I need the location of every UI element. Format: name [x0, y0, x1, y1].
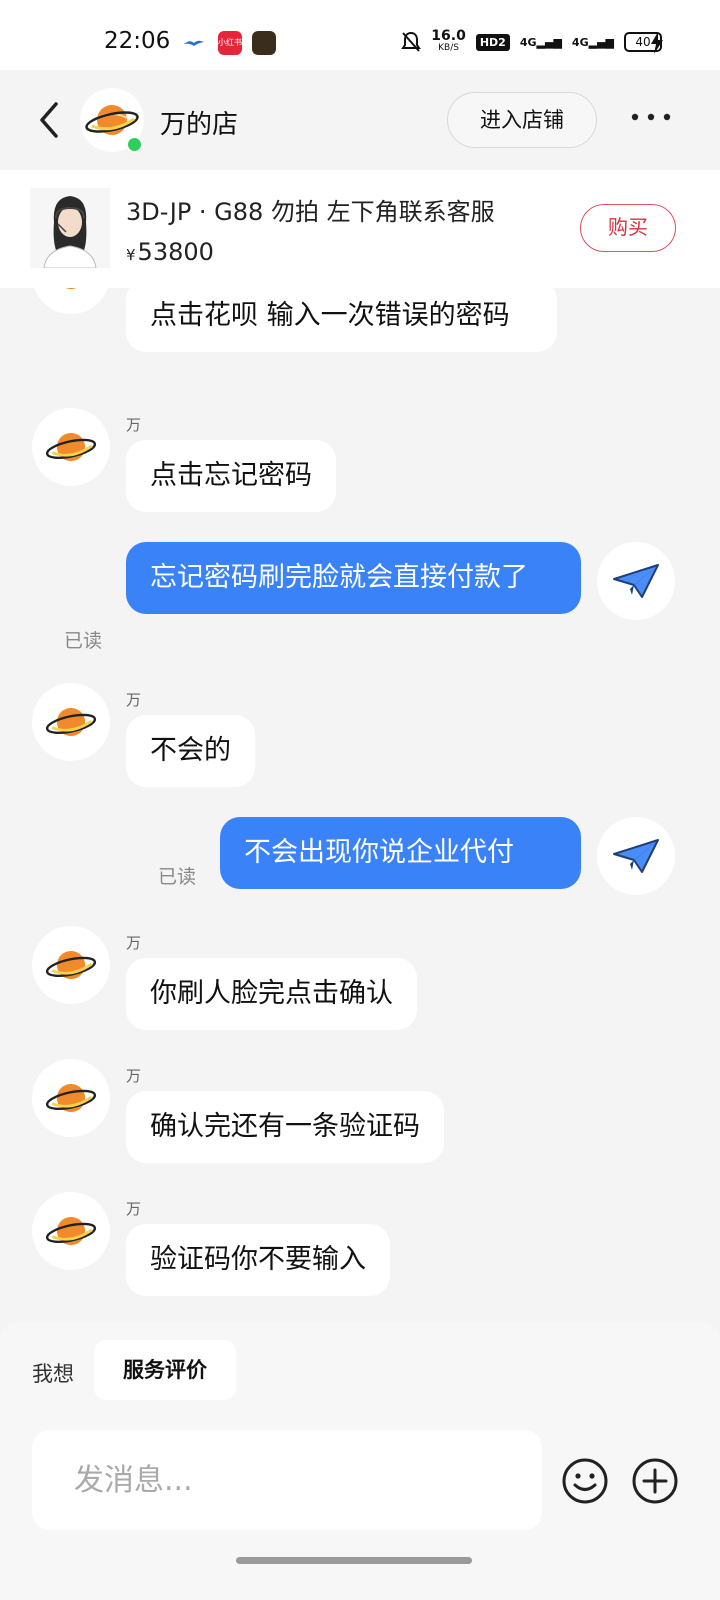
more-dots-icon[interactable]	[630, 110, 672, 124]
message-input[interactable]	[32, 1430, 542, 1530]
online-status-dot	[126, 136, 143, 153]
status-indicators: 16.0 KB/S HD2 4G▂▄▆ 4G▂▄▆ 40	[401, 28, 662, 54]
product-card[interactable]: 3D-JP · G88 勿拍 左下角联系客服 ¥53800 购买	[0, 170, 720, 288]
planet-icon	[45, 1083, 97, 1113]
sender-avatar[interactable]	[32, 1059, 110, 1137]
sender-name: 万	[126, 1067, 142, 1085]
sender-name: 万	[126, 1200, 142, 1218]
planet-icon	[65, 288, 77, 290]
message-list[interactable]: 点击花呗 输入一次错误的密码 万 点击忘记密码 已读 忘记密码刷完脸就会直接付款…	[0, 288, 720, 1322]
hd-badge: HD2	[475, 33, 510, 51]
message-bubble-incoming[interactable]: 点击忘记密码	[126, 440, 336, 512]
status-bar: 22:06 小红书 16.0 KB/S HD2 4G▂▄▆ 4G▂▄▆ 40	[0, 0, 720, 70]
planet-icon	[45, 707, 97, 737]
charging-icon	[651, 32, 663, 54]
home-indicator[interactable]	[236, 1557, 472, 1564]
net-speed: 16.0 KB/S	[431, 28, 466, 53]
message-bubble-incoming[interactable]: 确认完还有一条验证码	[126, 1091, 444, 1163]
red-app-icon: 小红书	[218, 31, 242, 55]
shop-name[interactable]: 万的店	[160, 104, 238, 141]
message-bubble-incoming[interactable]: 验证码你不要输入	[126, 1224, 390, 1296]
product-thumbnail[interactable]	[30, 188, 110, 268]
emoji-icon[interactable]	[560, 1456, 610, 1506]
planet-icon	[45, 1216, 97, 1246]
signal-4g-2: 4G▂▄▆	[571, 35, 614, 49]
sender-name: 万	[126, 691, 142, 709]
chat-header: 万的店 进入店铺	[0, 70, 720, 170]
sender-name: 万	[126, 934, 142, 952]
paper-plane-icon	[613, 839, 659, 873]
bird-app-icon	[184, 40, 204, 46]
buy-button[interactable]: 购买	[580, 204, 676, 252]
message-bubble-outgoing[interactable]: 不会出现你说企业代付	[220, 817, 581, 889]
game-app-icon	[252, 31, 276, 55]
enter-shop-button[interactable]: 进入店铺	[447, 92, 597, 148]
my-avatar[interactable]	[597, 817, 675, 895]
quick-reply-label: 我想	[32, 1362, 74, 1386]
planet-icon	[45, 432, 97, 462]
chevron-left-icon[interactable]	[36, 100, 64, 140]
status-time: 22:06	[104, 28, 171, 54]
sender-avatar[interactable]	[32, 1192, 110, 1270]
my-avatar[interactable]	[597, 542, 675, 620]
message-bubble-incoming[interactable]: 点击花呗 输入一次错误的密码	[126, 288, 557, 352]
service-review-chip[interactable]: 服务评价	[94, 1340, 236, 1400]
read-status: 已读	[158, 866, 197, 888]
product-price: ¥53800	[126, 238, 214, 266]
product-title: 3D-JP · G88 勿拍 左下角联系客服	[126, 198, 495, 226]
message-bubble-outgoing[interactable]: 忘记密码刷完脸就会直接付款了	[126, 542, 581, 614]
sender-avatar[interactable]	[32, 683, 110, 761]
message-bubble-incoming[interactable]: 你刷人脸完点击确认	[126, 958, 417, 1030]
sender-avatar[interactable]	[32, 288, 110, 314]
mute-bell-icon	[401, 31, 422, 52]
sender-name: 万	[126, 416, 142, 434]
message-bubble-incoming[interactable]: 不会的	[126, 715, 255, 787]
sender-avatar[interactable]	[32, 926, 110, 1004]
sender-avatar[interactable]	[32, 408, 110, 486]
planet-icon	[45, 950, 97, 980]
signal-4g-1: 4G▂▄▆	[519, 35, 562, 49]
paper-plane-icon	[613, 564, 659, 598]
read-status: 已读	[64, 630, 103, 652]
plus-circle-icon[interactable]	[630, 1456, 680, 1506]
